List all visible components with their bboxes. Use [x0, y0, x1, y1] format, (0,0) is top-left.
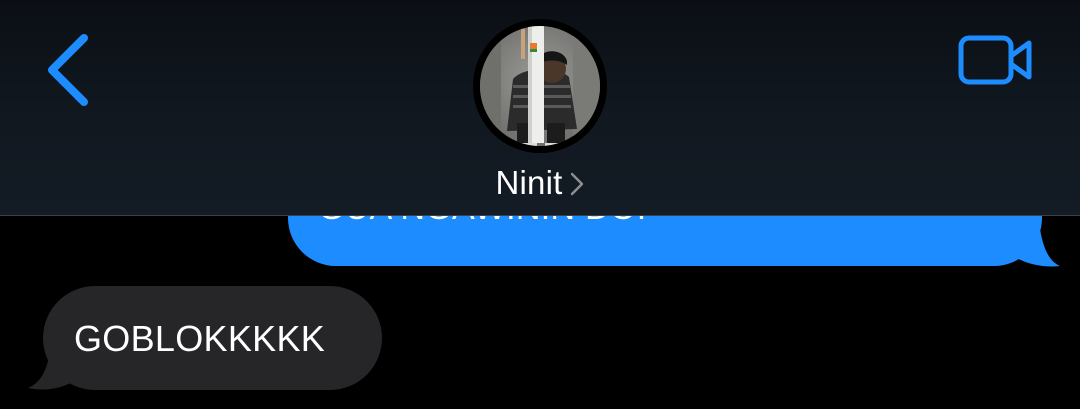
chevron-right-icon [570, 172, 583, 196]
avatar-photo [473, 19, 607, 153]
contact-name: Ninit [495, 164, 563, 201]
outgoing-bubble-tail [1010, 210, 1060, 267]
chat-screen: GUA NGAWININ DOI GOBLOKKKKK [0, 0, 1080, 409]
video-call-button[interactable] [955, 32, 1037, 88]
contact-details-button[interactable]: Ninit [440, 160, 640, 206]
chevron-left-icon [48, 34, 88, 106]
contact-avatar[interactable] [473, 19, 607, 153]
incoming-message-text: GOBLOKKKKK [74, 318, 326, 359]
conversation-header: Ninit [0, 0, 1080, 216]
back-button[interactable] [40, 30, 100, 110]
video-camera-icon [958, 35, 1032, 85]
